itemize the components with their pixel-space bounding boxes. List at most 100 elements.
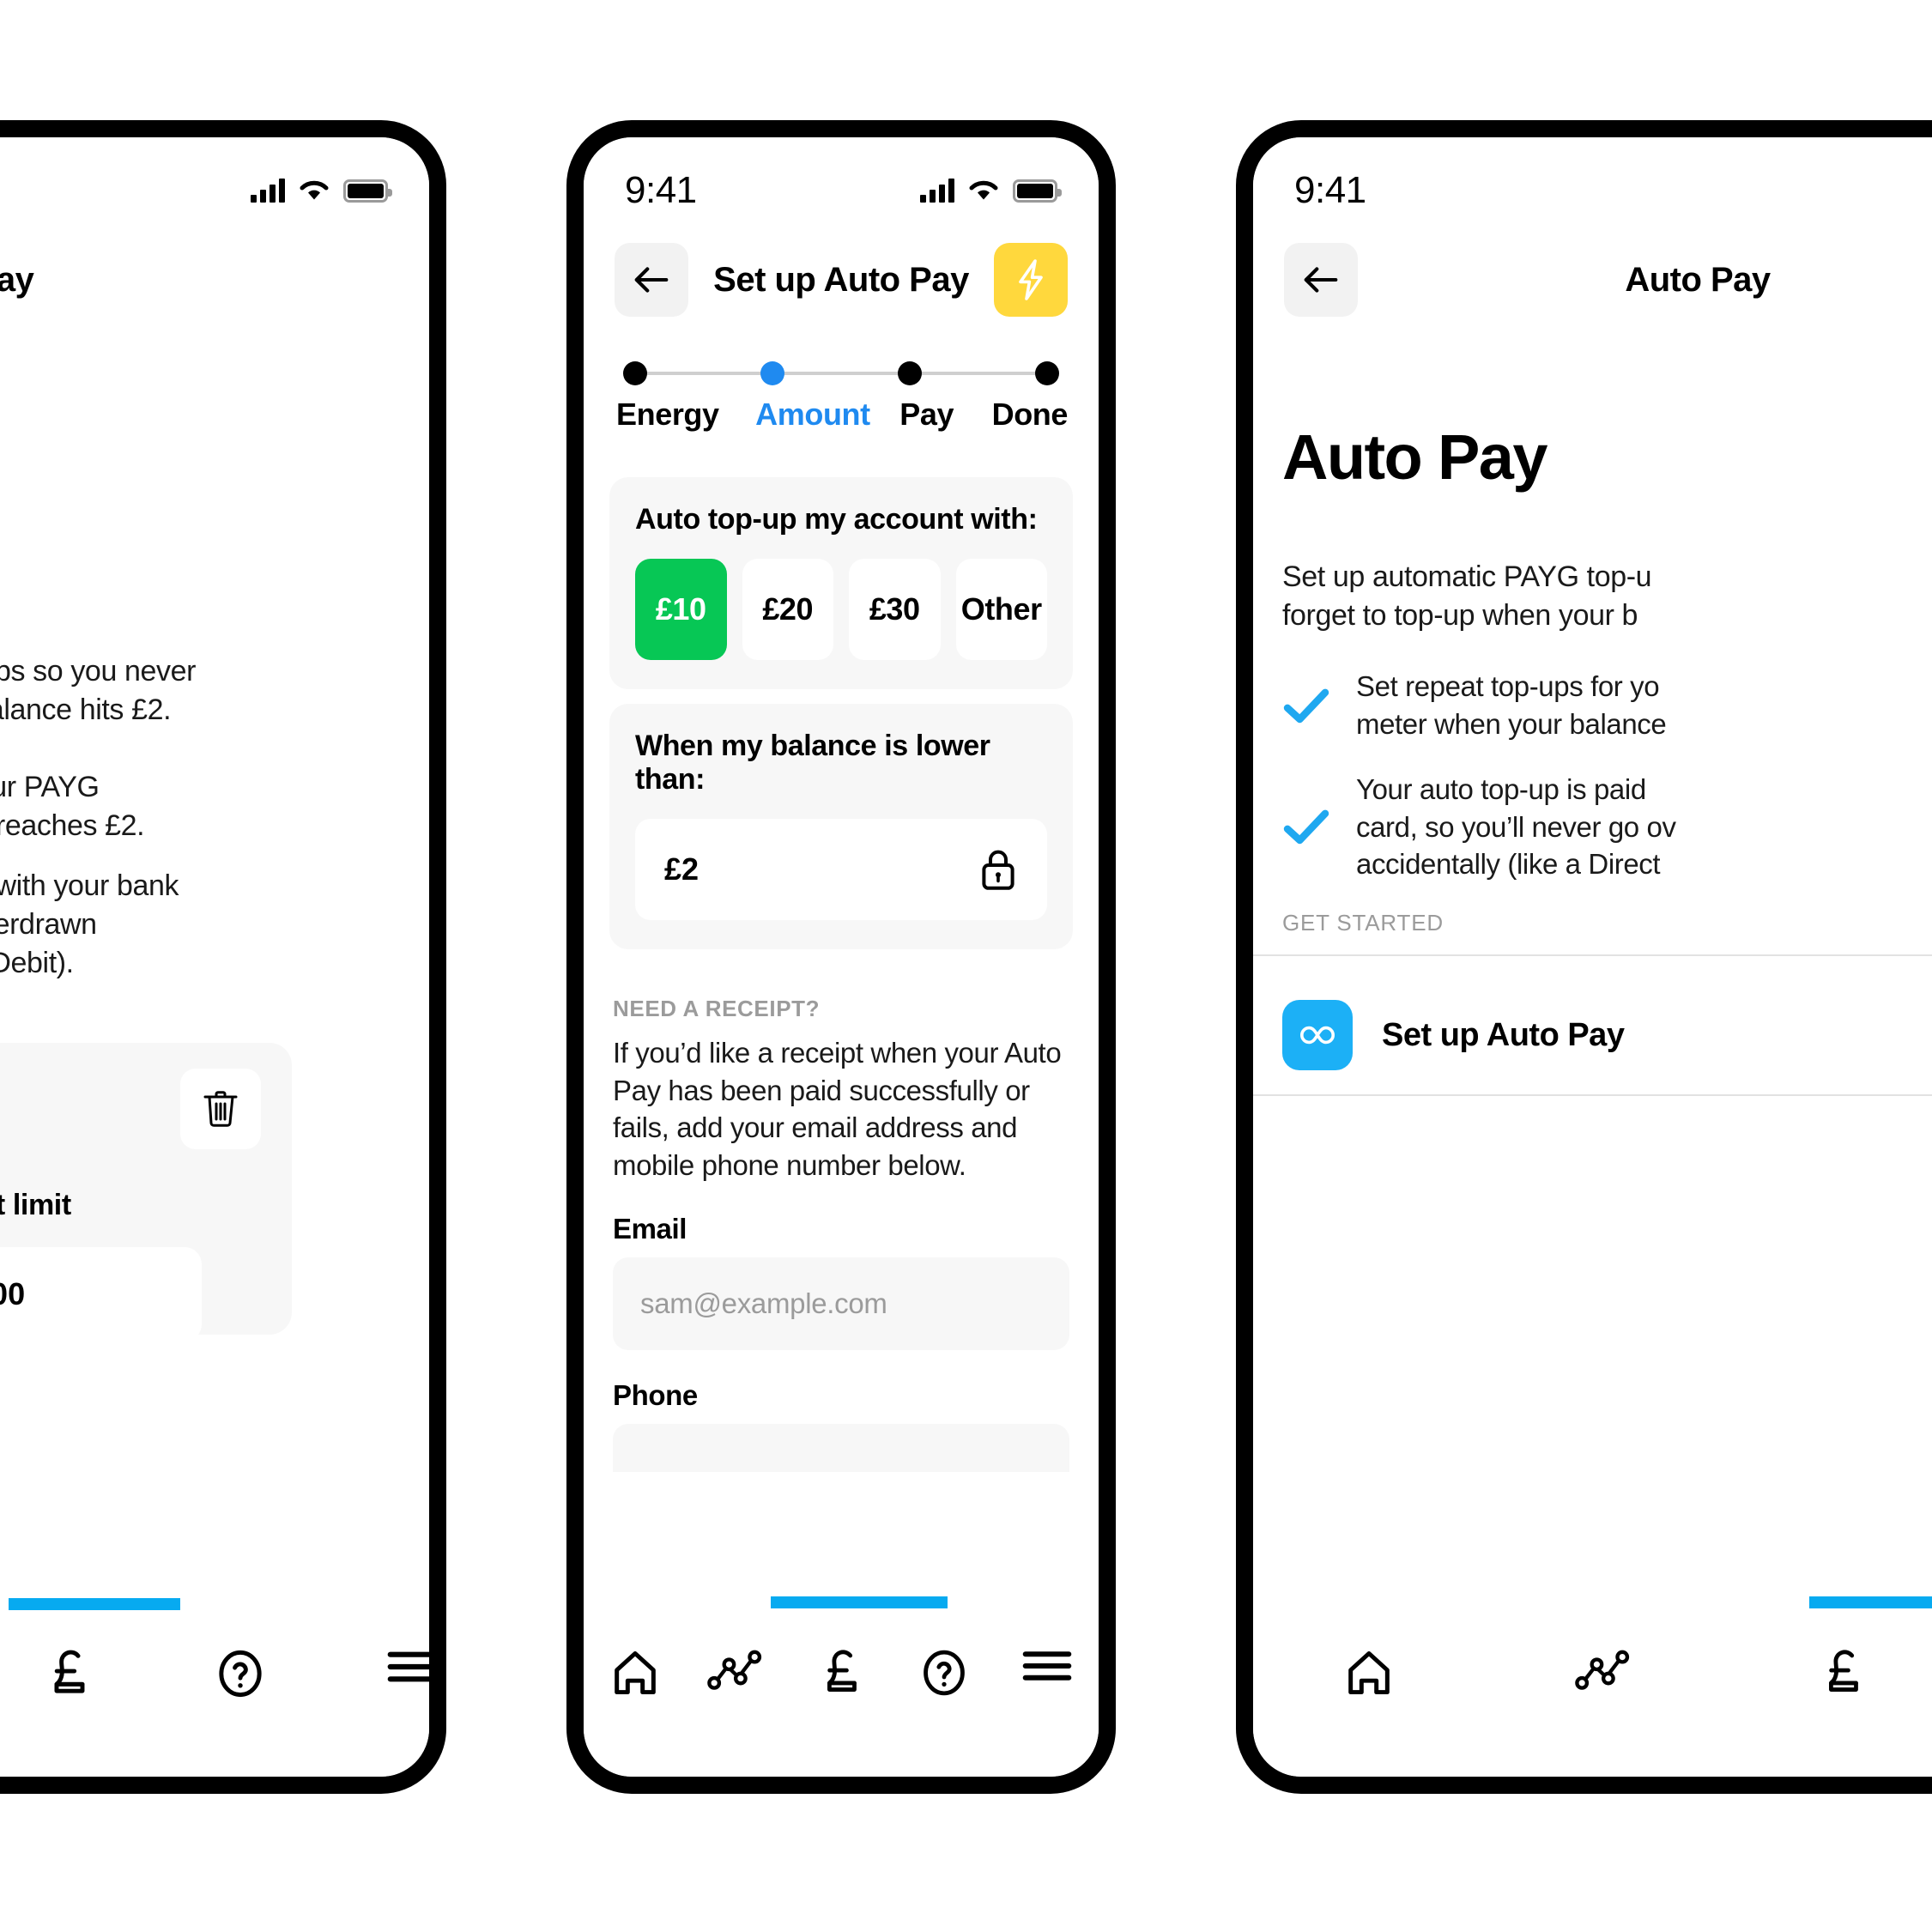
usage-graph-icon bbox=[1575, 1650, 1630, 1690]
topup-amount-title: Auto top-up my account with: bbox=[635, 503, 1038, 536]
home-icon bbox=[615, 1650, 656, 1695]
home-icon bbox=[1348, 1650, 1390, 1695]
status-bar-middle: 9:41 bbox=[584, 137, 1099, 223]
cellular-signal-icon bbox=[920, 179, 954, 203]
stepper-label-amount: Amount bbox=[755, 397, 870, 432]
credit-limit-card: Credit limit £2.00 bbox=[0, 1043, 292, 1341]
amount-option-10[interactable]: £10 bbox=[635, 559, 727, 660]
status-icons-middle bbox=[920, 179, 1062, 203]
back-button-right[interactable] bbox=[1284, 243, 1358, 317]
topup-amount-card: Auto top-up my account with: £10 £20 £30… bbox=[609, 477, 1073, 689]
phone-left-screen: 9:41 Auto Pay c PAYG top-ups so you neve… bbox=[0, 137, 429, 1777]
tab-pay-middle[interactable] bbox=[804, 1646, 878, 1699]
lightning-bolt-icon bbox=[1019, 259, 1043, 300]
credit-limit-label: Credit limit bbox=[0, 1189, 71, 1221]
hamburger-menu-icon bbox=[387, 1651, 429, 1682]
phone-mockup-middle: 9:41 Set up Auto Pay Energy Amount Pay D… bbox=[566, 120, 1116, 1794]
tab-help-middle[interactable] bbox=[907, 1646, 981, 1699]
pound-icon bbox=[827, 1650, 857, 1692]
list-item-label: Set up Auto Pay bbox=[1382, 1016, 1625, 1053]
credit-limit-value[interactable]: £2.00 bbox=[0, 1247, 202, 1341]
email-input[interactable]: sam@example.com bbox=[613, 1257, 1069, 1351]
arrow-left-icon bbox=[1304, 267, 1338, 293]
paragraph-bullet-1-left: op-ups for your PAYG your balance reache… bbox=[0, 771, 145, 842]
page-title-right: Auto Pay bbox=[1625, 260, 1771, 299]
tab-usage-middle[interactable] bbox=[701, 1646, 775, 1693]
stepper-label-pay: Pay bbox=[899, 397, 954, 432]
get-started-eyebrow: GET STARTED bbox=[1282, 910, 1444, 936]
stepper-label-done: Done bbox=[991, 397, 1069, 432]
back-button-middle[interactable] bbox=[615, 243, 688, 317]
amount-option-other[interactable]: Other bbox=[955, 559, 1047, 660]
boost-button[interactable] bbox=[994, 243, 1068, 317]
tab-menu-left[interactable] bbox=[386, 1646, 429, 1687]
tab-bar-left bbox=[0, 1605, 429, 1777]
balance-threshold-card: When my balance is lower than: £2 bbox=[609, 704, 1073, 949]
tab-bar-right bbox=[1253, 1605, 1932, 1777]
paragraph-intro-left: c PAYG top-ups so you never when your ba… bbox=[0, 655, 197, 726]
tab-help-left[interactable] bbox=[215, 1646, 266, 1701]
check-icon bbox=[1283, 809, 1329, 845]
divider-bottom bbox=[1253, 1094, 1932, 1096]
phone-input[interactable] bbox=[613, 1424, 1069, 1473]
heading-auto-pay: Auto Pay bbox=[1282, 421, 1548, 493]
delete-credit-limit-button[interactable] bbox=[180, 1069, 261, 1149]
status-bar-right: 9:41 bbox=[1253, 137, 1932, 223]
infinity-icon-tile bbox=[1282, 1000, 1353, 1070]
tab-home-right[interactable] bbox=[1332, 1646, 1406, 1699]
benefit-row-1: Set repeat top-ups for yo meter when you… bbox=[1282, 668, 1932, 742]
check-icon bbox=[1283, 688, 1329, 723]
balance-threshold-value: £2 bbox=[664, 851, 700, 887]
benefit-text-2: Your auto top-up is paid card, so you’ll… bbox=[1356, 773, 1676, 881]
paragraph-bullet-2-left: op-up is paid with your bank ll never go… bbox=[0, 869, 179, 979]
cellular-signal-icon bbox=[251, 179, 285, 203]
pound-icon bbox=[54, 1650, 85, 1693]
battery-icon bbox=[343, 179, 392, 203]
stepper-track bbox=[623, 359, 1059, 388]
stepper-dots bbox=[623, 359, 1059, 388]
battery-icon bbox=[1013, 179, 1062, 203]
list-item-set-up-auto-pay[interactable]: Set up Auto Pay bbox=[1282, 978, 1625, 1092]
intro-paragraph-right: Set up automatic PAYG top-u forget to to… bbox=[1282, 560, 1652, 632]
phone-right-screen: 9:41 Auto Pay Auto Pay Set up automatic … bbox=[1253, 137, 1932, 1777]
stepper-dot-energy[interactable] bbox=[623, 361, 647, 385]
progress-stepper: Energy Amount Pay Done bbox=[616, 359, 1068, 433]
amount-option-20[interactable]: £20 bbox=[742, 559, 833, 660]
help-circle-icon bbox=[219, 1650, 262, 1698]
receipt-body-text: If you’d like a receipt when your Auto P… bbox=[613, 1037, 1062, 1181]
tab-usage-right[interactable] bbox=[1569, 1646, 1643, 1693]
stepper-label-energy: Energy bbox=[616, 397, 719, 432]
stepper-dot-amount[interactable] bbox=[760, 361, 784, 385]
tab-pay-right[interactable] bbox=[1806, 1646, 1880, 1699]
wifi-icon bbox=[300, 180, 329, 200]
trash-icon bbox=[203, 1091, 238, 1127]
stepper-dot-pay[interactable] bbox=[898, 361, 922, 385]
status-time-middle: 9:41 bbox=[625, 169, 697, 211]
amount-option-30[interactable]: £30 bbox=[849, 559, 941, 660]
status-icons-left bbox=[251, 179, 392, 203]
benefit-row-2: Your auto top-up is paid card, so you’ll… bbox=[1282, 771, 1932, 883]
tab-pay-left[interactable] bbox=[43, 1646, 94, 1701]
nav-bar-left: Auto Pay bbox=[0, 228, 429, 331]
page-title-left: Auto Pay bbox=[0, 260, 34, 299]
tab-menu-middle[interactable] bbox=[1010, 1646, 1084, 1686]
nav-bar-middle: Set up Auto Pay bbox=[584, 228, 1099, 331]
stepper-dot-done[interactable] bbox=[1035, 361, 1059, 385]
balance-threshold-field[interactable]: £2 bbox=[635, 819, 1047, 920]
topup-amount-options: £10 £20 £30 Other bbox=[635, 559, 1047, 660]
usage-graph-icon bbox=[707, 1650, 762, 1690]
divider-top bbox=[1253, 954, 1932, 956]
infinity-icon bbox=[1300, 1026, 1335, 1045]
page-title-middle: Set up Auto Pay bbox=[713, 260, 969, 299]
nav-bar-right: Auto Pay bbox=[1253, 228, 1932, 331]
balance-threshold-title: When my balance is lower than: bbox=[635, 730, 990, 796]
wifi-icon bbox=[969, 180, 998, 200]
status-time-right: 9:41 bbox=[1294, 169, 1366, 211]
phone-middle-screen: 9:41 Set up Auto Pay Energy Amount Pay D… bbox=[584, 137, 1099, 1777]
phone-mockup-left: 9:41 Auto Pay c PAYG top-ups so you neve… bbox=[0, 120, 446, 1794]
screenshot-canvas: 9:41 Auto Pay c PAYG top-ups so you neve… bbox=[0, 0, 1932, 1932]
tab-home-middle[interactable] bbox=[598, 1646, 672, 1699]
hamburger-menu-icon bbox=[1022, 1651, 1072, 1681]
receipt-eyebrow: NEED A RECEIPT? bbox=[613, 996, 821, 1021]
tab-bar-middle bbox=[584, 1605, 1099, 1777]
